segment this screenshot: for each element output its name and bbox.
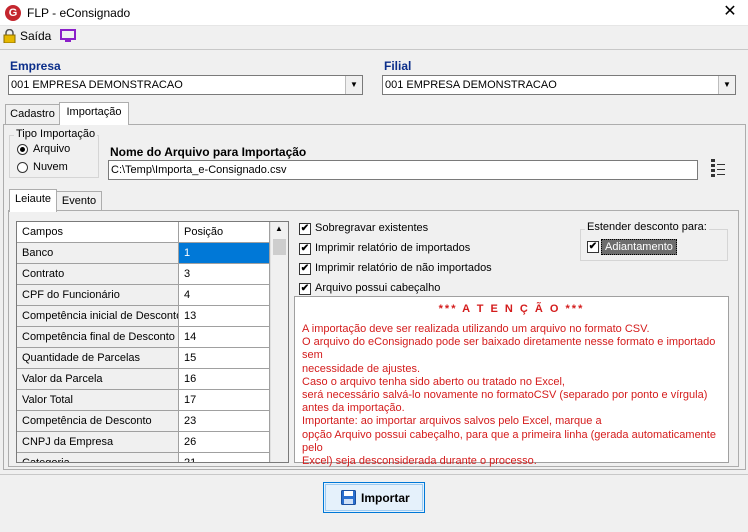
title-bar: G FLP - eConsignado ✕	[0, 0, 748, 26]
menu-saida[interactable]: Saída	[20, 29, 51, 43]
attention-line: antes da importação.	[302, 402, 405, 415]
grid-scrollbar[interactable]: ▲	[270, 222, 288, 462]
arquivo-label: Nome do Arquivo para Importação	[110, 145, 307, 159]
grid-cell-posicao[interactable]: 17	[179, 390, 270, 411]
importar-button[interactable]: Importar	[323, 482, 425, 513]
grid-cell-campo[interactable]: Competência final de Desconto	[17, 327, 179, 348]
grid-cell-campo[interactable]: Contrato	[17, 264, 179, 285]
option-label[interactable]: Imprimir relatório de importados	[315, 242, 470, 254]
grid-header: Campos Posição	[17, 222, 271, 243]
grid-cell-posicao[interactable]: 16	[179, 369, 270, 390]
grid-cell-campo[interactable]: CPF do Funcionário	[17, 285, 179, 306]
empresa-value: 001 EMPRESA DEMONSTRACAO	[11, 79, 183, 91]
option-checkbox[interactable]: ✔	[299, 283, 311, 295]
attention-line: necessidade de ajustes.	[302, 362, 421, 375]
option-checkbox[interactable]: ✔	[299, 223, 311, 235]
tab-leiaute[interactable]: Leiaute	[9, 189, 57, 212]
filial-value: 001 EMPRESA DEMONSTRACAO	[385, 79, 557, 91]
radio-arquivo-label[interactable]: Arquivo	[33, 143, 70, 155]
grid-cell-posicao[interactable]: 1	[179, 243, 270, 264]
attention-line: Importante: ao importar arquivos salvos …	[302, 415, 602, 428]
filial-select[interactable]: 001 EMPRESA DEMONSTRACAO ▼	[382, 75, 736, 95]
option-label[interactable]: Sobregravar existentes	[315, 222, 428, 234]
attention-line: opção Arquivo possui cabeçalho, para que…	[302, 428, 716, 454]
grid-cell-campo[interactable]: Quantidade de Parcelas	[17, 348, 179, 369]
grid-cell-campo[interactable]: Valor Total	[17, 390, 179, 411]
scroll-thumb[interactable]	[273, 239, 286, 255]
attention-line: A importação deve ser realizada utilizan…	[302, 323, 650, 335]
grid-cell-posicao[interactable]: 13	[179, 306, 270, 327]
grid-cell-campo[interactable]: Valor da Parcela	[17, 369, 179, 390]
grid-cell-posicao[interactable]: 21	[179, 453, 270, 462]
scroll-up-icon[interactable]: ▲	[275, 224, 283, 233]
attention-line: Caso o arquivo tenha sido aberto ou trat…	[302, 375, 565, 388]
tipo-importacao-title: Tipo Importação	[14, 128, 98, 140]
grid-cell-campo[interactable]: Categoria	[17, 453, 179, 462]
adiantamento-label[interactable]: Adiantamento	[601, 239, 677, 255]
estender-title: Estender desconto para:	[585, 221, 709, 233]
tab-cadastro[interactable]: Cadastro	[5, 104, 60, 125]
attention-text: A importação deve ser realizada utilizan…	[302, 323, 726, 468]
option-label[interactable]: Arquivo possui cabeçalho	[315, 282, 440, 294]
app-logo-icon: G	[5, 5, 21, 21]
grid-cell-posicao[interactable]: 3	[179, 264, 270, 285]
header-posicao[interactable]: Posição	[179, 222, 270, 243]
arquivo-input[interactable]: C:\Temp\Importa_e-Consignado.csv	[108, 160, 698, 180]
attention-title: *** A T E N Ç Ã O ***	[438, 303, 585, 315]
grid-cell-campo[interactable]: Competência de Desconto	[17, 411, 179, 432]
radio-nuvem[interactable]	[17, 162, 28, 173]
option-checkbox[interactable]: ✔	[299, 243, 311, 255]
option-checkbox[interactable]: ✔	[299, 263, 311, 275]
grid-cell-campo[interactable]: CNPJ da Empresa	[17, 432, 179, 453]
browse-file-icon[interactable]	[709, 158, 727, 178]
header-campos[interactable]: Campos	[17, 222, 179, 243]
grid-cell-posicao[interactable]: 23	[179, 411, 270, 432]
radio-nuvem-label[interactable]: Nuvem	[33, 161, 68, 173]
filial-label: Filial	[384, 59, 412, 73]
save-icon	[341, 490, 356, 505]
campos-grid[interactable]: Campos Posição Banco 1 Contrato 3 CPF do Fun…	[16, 221, 289, 463]
grid-cell-posicao[interactable]: 14	[179, 327, 270, 348]
grid-cell-posicao[interactable]: 15	[179, 348, 270, 369]
tab-importacao[interactable]: Importação	[59, 102, 129, 125]
grid-cell-posicao[interactable]: 4	[179, 285, 270, 306]
empresa-label: Empresa	[10, 59, 61, 73]
chevron-down-icon[interactable]: ▼	[718, 76, 735, 94]
menu-divider	[0, 49, 748, 50]
attention-box: *** A T E N Ç Ã O *** A importação deve …	[294, 296, 729, 467]
footer-divider	[0, 474, 748, 475]
option-label[interactable]: Imprimir relatório de não importados	[315, 262, 492, 274]
grid-cell-campo[interactable]: Competência inicial de Desconto	[17, 306, 179, 327]
monitor-icon[interactable]	[60, 29, 76, 43]
adiantamento-checkbox[interactable]: ✔	[587, 241, 599, 253]
grid-cell-campo[interactable]: Banco	[17, 243, 179, 264]
close-icon[interactable]: ✕	[720, 2, 740, 22]
radio-arquivo[interactable]	[17, 144, 28, 155]
grid-cell-posicao[interactable]: 26	[179, 432, 270, 453]
importar-label: Importar	[361, 491, 410, 505]
empresa-select[interactable]: 001 EMPRESA DEMONSTRACAO ▼	[8, 75, 363, 95]
chevron-down-icon[interactable]: ▼	[345, 76, 362, 94]
attention-line: será necessário salvá-lo novamente no fo…	[302, 389, 708, 402]
attention-line: Excel) seja desconsiderada durante o pro…	[302, 455, 537, 468]
lock-icon[interactable]	[3, 29, 16, 43]
window-title: FLP - eConsignado	[27, 6, 131, 20]
attention-line: O arquivo do eConsignado pode ser baixad…	[302, 336, 716, 362]
tab-evento[interactable]: Evento	[56, 191, 102, 212]
